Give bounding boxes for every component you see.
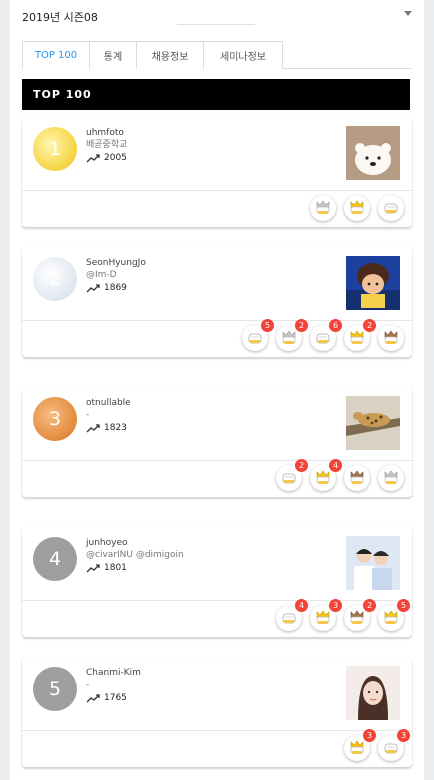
gold-crown-icon[interactable]: 3 [310, 599, 342, 631]
badge-count: 5 [261, 319, 274, 332]
username[interactable]: Chanmi-Kim [86, 667, 141, 679]
ranking-card[interactable]: 5 Chanmi-Kim - 1765 3 3 [22, 657, 412, 767]
card-divider [22, 730, 412, 731]
user-info: uhmfoto 배곧중학교 2005 [86, 127, 127, 163]
gold-crown-icon[interactable]: 3 [344, 729, 376, 761]
username[interactable]: SeonHyungJo [86, 257, 146, 269]
user-affiliation: @civarINU @dimigoin [86, 550, 184, 560]
plain-badge-icon[interactable]: 3 [378, 729, 410, 761]
trend-icon [86, 153, 100, 162]
rank-medal: 4 [33, 537, 77, 581]
badge-count: 3 [363, 729, 376, 742]
user-info: SeonHyungJo @Im-D 1869 [86, 257, 146, 293]
badge-count: 2 [295, 319, 308, 332]
ranking-card[interactable]: 3 otnullable - 1823 2 4 [22, 387, 412, 497]
user-score: 1869 [86, 283, 146, 293]
badge-count: 2 [363, 599, 376, 612]
rank-medal: 5 [33, 667, 77, 711]
score-value: 1801 [104, 563, 127, 573]
ranking-card[interactable]: 4 junhoyeo @civarINU @dimigoin 1801 4 3 … [22, 527, 412, 637]
portrait-photo [346, 666, 400, 720]
gold-crown-icon[interactable]: 4 [310, 459, 342, 491]
tab-statistics[interactable]: 통계 [89, 41, 137, 69]
season-label: 2019년 시즌08 [22, 11, 98, 24]
badge-row: 2 4 [276, 459, 404, 493]
user-affiliation: - [86, 680, 90, 690]
gold-crown-icon[interactable] [344, 195, 370, 221]
username[interactable]: otnullable [86, 397, 131, 409]
rank-medal: 3 [33, 397, 77, 441]
rank-medal: 1 [33, 127, 77, 171]
user-info: Chanmi-Kim - 1765 [86, 667, 141, 703]
card-divider [22, 190, 412, 191]
top100-banner: TOP 100 [22, 79, 410, 110]
card-divider [22, 460, 412, 461]
user-info: junhoyeo @civarINU @dimigoin 1801 [86, 537, 184, 573]
username[interactable]: junhoyeo [86, 537, 184, 549]
silver-crown-icon[interactable]: 2 [276, 319, 308, 351]
gold-crown-icon[interactable]: 5 [378, 599, 410, 631]
tab-seminars[interactable]: 세미나정보 [203, 41, 283, 69]
bronze-crown-icon[interactable]: 2 [344, 599, 376, 631]
score-value: 1869 [104, 283, 127, 293]
plain-badge-icon[interactable]: 5 [242, 319, 274, 351]
bronze-crown-icon[interactable] [344, 465, 370, 491]
user-score: 1765 [86, 693, 141, 703]
card-divider [22, 600, 412, 601]
tab-bar: TOP 100 통계 채용정보 세미나정보 [22, 41, 412, 69]
user-score: 1801 [86, 563, 184, 573]
character-photo [346, 256, 400, 310]
trend-icon [86, 423, 100, 432]
username[interactable]: uhmfoto [86, 127, 127, 139]
score-value: 1823 [104, 423, 127, 433]
leopard-photo [346, 396, 400, 450]
ranking-card[interactable]: 1 uhmfoto 배곧중학교 2005 [22, 117, 412, 227]
card-divider [22, 320, 412, 321]
gold-crown-icon[interactable]: 2 [344, 319, 376, 351]
plain-badge-icon[interactable]: 2 [276, 459, 308, 491]
plain-badge-icon[interactable]: 6 [310, 319, 342, 351]
trend-icon [86, 693, 100, 702]
ranking-card[interactable]: 2 SeonHyungJo @Im-D 1869 5 2 6 2 [22, 247, 412, 357]
user-score: 2005 [86, 153, 127, 163]
trend-icon [86, 283, 100, 292]
score-value: 2005 [104, 153, 127, 163]
trend-icon [86, 563, 100, 572]
page: 2019년 시즌08 TOP 100 통계 채용정보 세미나정보 TOP 100… [10, 0, 424, 780]
tab-jobs[interactable]: 채용정보 [136, 41, 204, 69]
badge-count: 6 [329, 319, 342, 332]
bronze-crown-icon[interactable] [378, 325, 404, 351]
badge-row: 5 2 6 2 [242, 319, 404, 353]
bear-photo [346, 126, 400, 180]
badge-count: 2 [295, 459, 308, 472]
user-affiliation: @Im-D [86, 270, 117, 280]
plain-badge-icon[interactable]: 4 [276, 599, 308, 631]
plain-badge-icon[interactable] [378, 195, 404, 221]
silver-crown-icon[interactable] [378, 465, 404, 491]
badge-count: 3 [397, 729, 410, 742]
badge-count: 2 [363, 319, 376, 332]
chevron-down-icon[interactable] [404, 11, 412, 16]
badge-row [310, 195, 404, 223]
badge-row: 4 3 2 5 [276, 599, 410, 633]
user-affiliation: - [86, 410, 90, 420]
badge-count: 4 [329, 459, 342, 472]
user-affiliation: 배곧중학교 [86, 140, 128, 150]
select-underline [177, 24, 255, 25]
silver-crown-icon[interactable] [310, 195, 336, 221]
season-select[interactable]: 2019년 시즌08 [22, 6, 412, 28]
badge-count: 4 [295, 599, 308, 612]
badge-row: 3 3 [344, 729, 410, 763]
score-value: 1765 [104, 693, 127, 703]
user-info: otnullable - 1823 [86, 397, 131, 433]
tab-top100[interactable]: TOP 100 [22, 41, 90, 69]
user-score: 1823 [86, 423, 131, 433]
rank-medal: 2 [33, 257, 77, 301]
people-photo [346, 536, 400, 590]
badge-count: 3 [329, 599, 342, 612]
badge-count: 5 [397, 599, 410, 612]
